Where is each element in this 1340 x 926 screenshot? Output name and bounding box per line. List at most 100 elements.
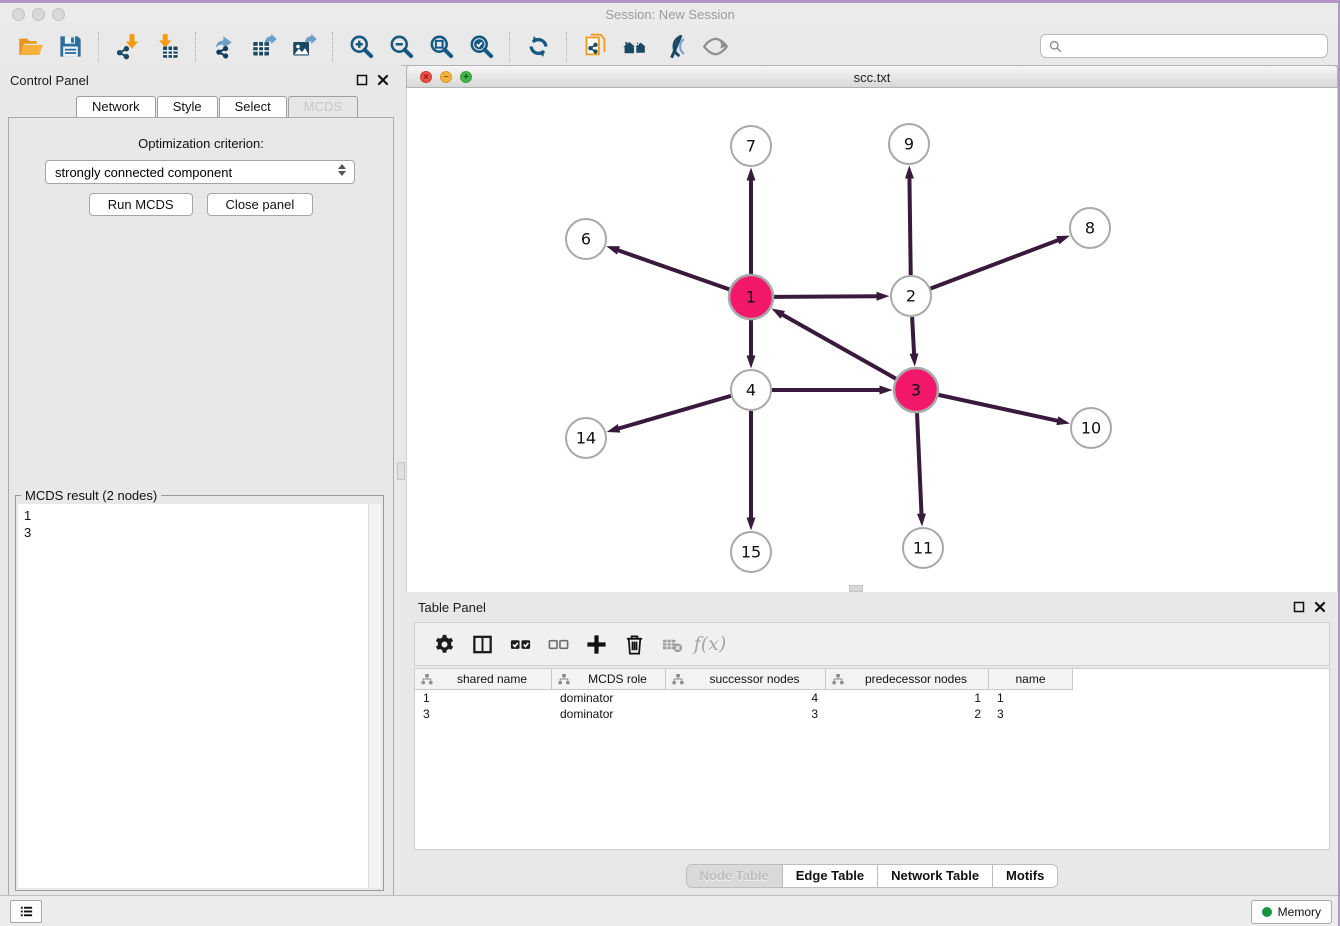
save-session-icon[interactable] — [50, 31, 90, 63]
first-neighbors-icon[interactable] — [615, 31, 655, 63]
result-scrollbar[interactable] — [368, 504, 381, 888]
clone-network-icon[interactable] — [575, 31, 615, 63]
edge-3-11[interactable] — [917, 413, 921, 514]
edge-2-9[interactable] — [909, 178, 910, 275]
refresh-icon[interactable] — [518, 31, 558, 63]
table-cell[interactable]: dominator — [552, 691, 666, 705]
edge-2-3[interactable] — [912, 317, 914, 354]
tab-node-table[interactable]: Node Table — [687, 865, 783, 887]
zoom-out-icon[interactable] — [381, 31, 421, 63]
close-table-panel-icon[interactable] — [1313, 600, 1326, 613]
graph-node-9[interactable]: 9 — [889, 124, 929, 164]
tab-mcds[interactable]: MCDS — [288, 96, 358, 117]
mcds-result-title: MCDS result (2 nodes) — [21, 488, 161, 503]
search-input[interactable] — [1068, 38, 1320, 55]
graph-node-2[interactable]: 2 — [891, 276, 931, 316]
tab-edge-table[interactable]: Edge Table — [783, 865, 878, 887]
app-titlebar: Session: New Session — [0, 0, 1340, 29]
table-row[interactable]: 3dominator323 — [415, 706, 1329, 722]
add-row-icon[interactable] — [577, 626, 615, 662]
import-table-icon[interactable] — [147, 31, 187, 63]
tab-style[interactable]: Style — [157, 96, 218, 117]
memory-status-dot — [1262, 907, 1272, 917]
svg-text:1: 1 — [746, 288, 756, 307]
table-header-row: shared nameMCDS rolesuccessor nodesprede… — [415, 669, 1073, 690]
table-cell[interactable]: 1 — [826, 691, 989, 705]
graph-node-4[interactable]: 4 — [731, 370, 771, 410]
export-table-icon[interactable] — [244, 31, 284, 63]
zoom-fit-icon[interactable] — [421, 31, 461, 63]
close-panel-button[interactable]: Close panel — [207, 193, 314, 216]
edge-3-10[interactable] — [938, 395, 1057, 421]
close-panel-icon[interactable] — [376, 73, 389, 86]
float-table-panel-icon[interactable] — [1292, 600, 1305, 613]
column-header-MCDS-role[interactable]: MCDS role — [552, 669, 666, 689]
table-cell[interactable]: 1 — [415, 691, 552, 705]
svg-text:15: 15 — [741, 543, 761, 562]
graphics-details-icon[interactable] — [655, 31, 695, 63]
graph-node-10[interactable]: 10 — [1071, 408, 1111, 448]
settings-icon[interactable] — [425, 626, 463, 662]
tab-select[interactable]: Select — [219, 96, 287, 117]
edge-2-8[interactable] — [931, 240, 1059, 288]
table-cell[interactable]: 3 — [989, 707, 1073, 721]
task-history-button[interactable] — [10, 900, 42, 923]
svg-text:14: 14 — [576, 429, 596, 448]
tab-network-table[interactable]: Network Table — [878, 865, 993, 887]
edge-4-14[interactable] — [619, 396, 731, 429]
import-network-icon[interactable] — [107, 31, 147, 63]
table-cell[interactable]: dominator — [552, 707, 666, 721]
column-header-shared-name[interactable]: shared name — [415, 669, 552, 689]
float-panel-icon[interactable] — [355, 73, 368, 86]
table-cell[interactable]: 3 — [415, 707, 552, 721]
run-mcds-button[interactable]: Run MCDS — [89, 193, 193, 216]
destroy-table-icon — [653, 626, 691, 662]
export-image-icon[interactable] — [284, 31, 324, 63]
toolbar-separator — [195, 32, 196, 62]
deselect-all-icon[interactable] — [539, 626, 577, 662]
vertical-splitter-grip[interactable] — [397, 462, 405, 480]
export-network-icon[interactable] — [204, 31, 244, 63]
toolbar-separator — [509, 32, 510, 62]
columns-icon[interactable] — [463, 626, 501, 662]
criterion-dropdown[interactable]: strongly connected component — [45, 160, 355, 184]
tab-motifs[interactable]: Motifs — [993, 865, 1057, 887]
graph-node-7[interactable]: 7 — [731, 126, 771, 166]
table-panel-title: Table Panel — [418, 600, 486, 615]
edge-1-2[interactable] — [774, 296, 877, 297]
svg-text:4: 4 — [746, 381, 756, 400]
mcds-tab-content: Optimization criterion: strongly connect… — [8, 117, 394, 896]
table-cell[interactable]: 1 — [989, 691, 1073, 705]
graph-node-15[interactable]: 15 — [731, 532, 771, 572]
graph-node-8[interactable]: 8 — [1070, 208, 1110, 248]
graph-node-14[interactable]: 14 — [566, 418, 606, 458]
search-icon — [1048, 39, 1063, 54]
graph-node-3[interactable]: 3 — [894, 368, 938, 412]
svg-text:11: 11 — [913, 539, 933, 558]
graph-node-6[interactable]: 6 — [566, 219, 606, 259]
memory-button[interactable]: Memory — [1251, 900, 1332, 924]
column-header-successor-nodes[interactable]: successor nodes — [666, 669, 826, 689]
delete-row-icon[interactable] — [615, 626, 653, 662]
table-cell[interactable]: 4 — [666, 691, 826, 705]
horizontal-splitter-grip[interactable] — [849, 585, 863, 592]
column-header-predecessor-nodes[interactable]: predecessor nodes — [826, 669, 989, 689]
table-cell[interactable]: 2 — [826, 707, 989, 721]
edge-1-6[interactable] — [618, 250, 729, 289]
graph-node-11[interactable]: 11 — [903, 528, 943, 568]
table-row[interactable]: 1dominator411 — [415, 690, 1329, 706]
zoom-selected-icon[interactable] — [461, 31, 501, 63]
svg-text:7: 7 — [746, 137, 756, 156]
edge-3-1[interactable] — [782, 315, 896, 379]
select-all-icon[interactable] — [501, 626, 539, 662]
open-file-icon[interactable] — [10, 31, 50, 63]
graph-node-1[interactable]: 1 — [729, 275, 773, 319]
control-panel: Control Panel NetworkStyleSelectMCDS Opt… — [0, 65, 401, 896]
table-cell[interactable]: 3 — [666, 707, 826, 721]
network-canvas[interactable]: 7 9 6 8 1 2 4 3 14 10 15 11 — [406, 88, 1338, 592]
hide-graphics-details-icon[interactable] — [695, 31, 735, 63]
column-tree-icon — [421, 673, 433, 685]
tab-network[interactable]: Network — [76, 96, 156, 117]
zoom-in-icon[interactable] — [341, 31, 381, 63]
column-header-name[interactable]: name — [989, 669, 1073, 689]
